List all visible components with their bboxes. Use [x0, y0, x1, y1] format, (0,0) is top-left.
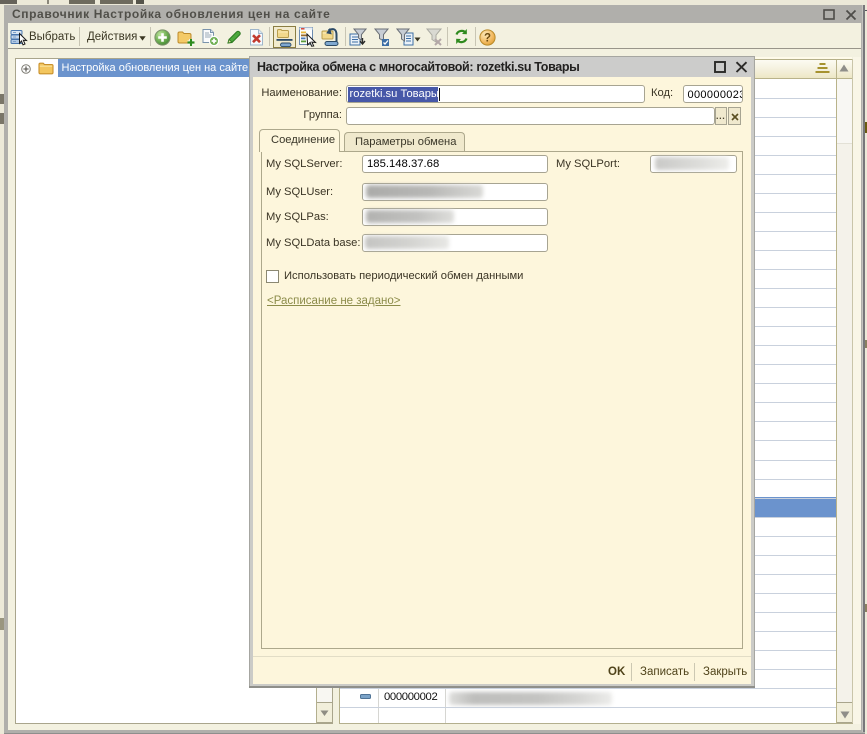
svg-text:?: ? — [484, 33, 491, 45]
